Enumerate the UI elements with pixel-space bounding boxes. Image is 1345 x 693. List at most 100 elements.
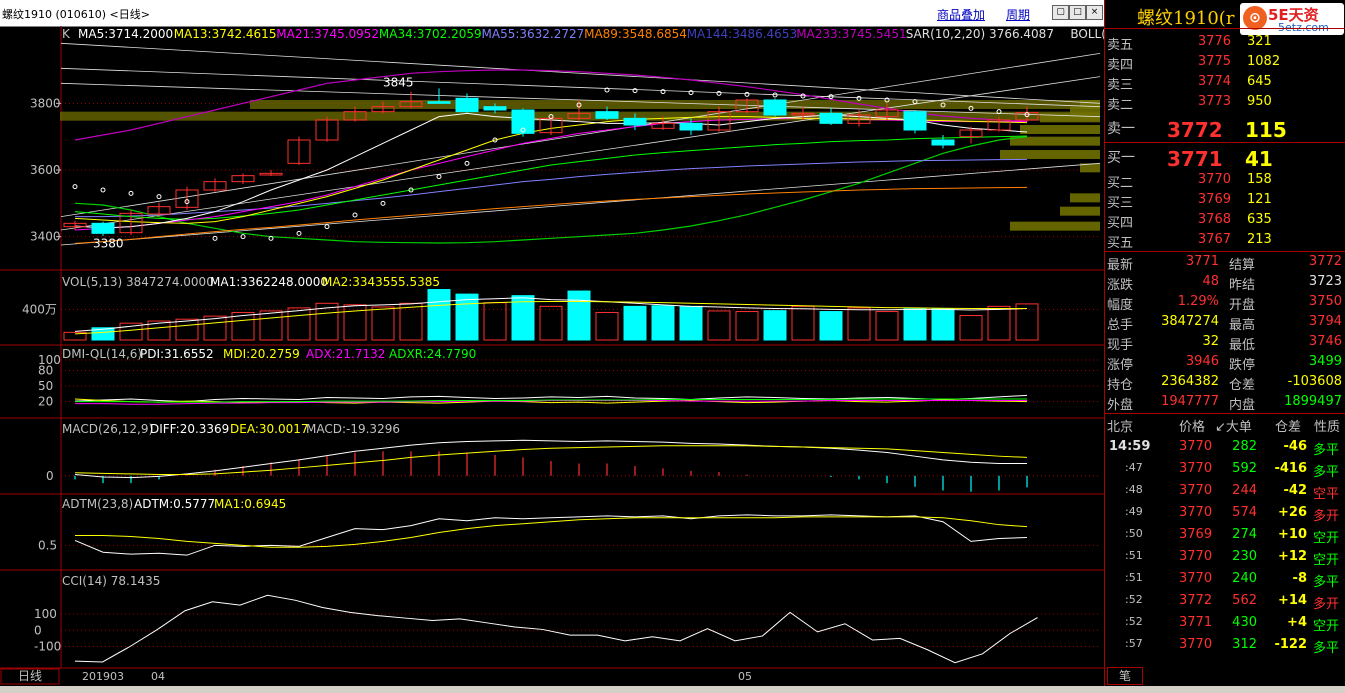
ask-price: 3773 bbox=[1197, 94, 1231, 109]
tick-diff: -122 bbox=[1274, 637, 1307, 652]
tick-diff: +12 bbox=[1278, 549, 1307, 564]
tick-volume: 430 bbox=[1232, 615, 1257, 630]
cci-y-tick: -100 bbox=[34, 640, 61, 654]
high-annotation: 3845 bbox=[383, 75, 414, 89]
vol-y-tick: 400万 bbox=[22, 302, 57, 316]
stat-label: 涨跌 bbox=[1107, 278, 1134, 293]
volume-bar bbox=[595, 311, 619, 341]
volume-bar bbox=[539, 305, 563, 341]
tick-row: :47 3770 592 -416 多平 bbox=[1105, 458, 1345, 480]
tab-tick[interactable]: 笔 bbox=[1107, 667, 1143, 685]
stat-value: 3847274 bbox=[1161, 314, 1219, 329]
stat-label: 持仓 bbox=[1107, 378, 1134, 393]
logo-icon: ⊙ bbox=[1243, 6, 1267, 30]
volume-profile-bar bbox=[1010, 221, 1100, 231]
tick-price: 3770 bbox=[1179, 549, 1213, 564]
stat-row: 持仓 2364382 仓差 -103608 bbox=[1105, 372, 1345, 393]
ask-volume: 115 bbox=[1245, 118, 1287, 142]
ask-label: 卖三 bbox=[1107, 78, 1134, 93]
tick-row: :57 3770 312 -122 多平 bbox=[1105, 634, 1345, 656]
tick-type: 空开 bbox=[1313, 619, 1340, 634]
bid-price: 3771 bbox=[1167, 147, 1223, 171]
sar-dot bbox=[212, 235, 218, 241]
stat-label: 开盘 bbox=[1229, 298, 1256, 313]
stat-value: 48 bbox=[1202, 274, 1219, 289]
ma-legend-item: SAR(10,2,20) 3766.4087 bbox=[906, 27, 1054, 41]
tick-diff: -416 bbox=[1274, 461, 1307, 476]
vol-title: VOL(5,13) 3847274.0000 bbox=[62, 275, 214, 289]
bid-volume: 41 bbox=[1245, 147, 1273, 171]
chart-canvas[interactable]: 3800 3600 3400 3845 3380 K MA5:3714.2000 MA13:3… bbox=[0, 0, 1104, 693]
candle-body bbox=[91, 222, 115, 234]
tick-diff: +14 bbox=[1278, 593, 1307, 608]
tick-volume: 244 bbox=[1232, 483, 1257, 498]
sar-dot bbox=[436, 174, 442, 180]
bid-price: 3768 bbox=[1197, 212, 1231, 227]
bid-price: 3767 bbox=[1197, 232, 1231, 247]
sar-dot bbox=[744, 91, 750, 97]
ma-legend-item: MA21:3745.0952 bbox=[276, 27, 379, 41]
tick-header-diff: 仓差 bbox=[1275, 420, 1302, 435]
trend-line bbox=[60, 42, 1101, 104]
tick-volume: 592 bbox=[1232, 461, 1257, 476]
tick-volume: 240 bbox=[1232, 571, 1257, 586]
tick-time: :49 bbox=[1125, 505, 1143, 518]
low-annotation: 3380 bbox=[93, 236, 124, 250]
tick-type: 多平 bbox=[1313, 465, 1340, 480]
cci-y-tick: 100 bbox=[34, 607, 57, 621]
candle-body bbox=[931, 139, 955, 146]
sar-dot bbox=[716, 90, 722, 96]
volume-bar bbox=[931, 308, 955, 341]
macd-dea-label: DEA:30.0017 bbox=[230, 422, 309, 436]
ask-volume: 950 bbox=[1247, 94, 1272, 109]
tick-type: 多平 bbox=[1313, 641, 1340, 656]
volume-bar bbox=[427, 289, 451, 341]
tick-row: :49 3770 574 +26 多开 bbox=[1105, 502, 1345, 524]
tick-diff: +26 bbox=[1278, 505, 1307, 520]
ask-row: 卖一 3772 115 bbox=[1105, 116, 1345, 142]
tick-time: :48 bbox=[1125, 483, 1143, 496]
ma-legend-item: MA89:3548.6854 bbox=[584, 27, 687, 41]
stat-label: 仓差 bbox=[1229, 378, 1256, 393]
ma-legend-item: MA144:3486.4653 bbox=[687, 27, 797, 41]
dmi-legend-item: PDI:31.6552 bbox=[140, 347, 214, 361]
tick-type: 多平 bbox=[1313, 575, 1340, 590]
stat-label: 涨停 bbox=[1107, 358, 1134, 373]
tick-volume: 562 bbox=[1232, 593, 1257, 608]
tick-volume: 574 bbox=[1232, 505, 1257, 520]
tick-type: 多平 bbox=[1313, 443, 1340, 458]
tick-row: :48 3770 244 -42 空平 bbox=[1105, 480, 1345, 502]
candle-body bbox=[455, 97, 479, 113]
volume-bar bbox=[959, 315, 983, 341]
volume-bar bbox=[175, 318, 199, 341]
tick-type: 空开 bbox=[1313, 531, 1340, 546]
volume-bar bbox=[847, 307, 871, 341]
stat-row: 总手 3847274 最高 3794 bbox=[1105, 312, 1345, 333]
volume-bar bbox=[651, 305, 675, 341]
volume-bar bbox=[987, 305, 1011, 341]
vol-ma1-line bbox=[74, 297, 1028, 332]
bid-label: 买一 bbox=[1107, 150, 1135, 166]
ma-legend-item: MA55:3632.2727 bbox=[482, 27, 585, 41]
ask-price: 3775 bbox=[1197, 54, 1231, 69]
sar-dot bbox=[156, 194, 162, 200]
volume-bar bbox=[259, 310, 283, 341]
tick-header-price: 价格 bbox=[1179, 420, 1206, 435]
adtm-y-tick: 0.5 bbox=[38, 538, 57, 552]
volume-bar bbox=[567, 290, 591, 341]
volume-bar bbox=[1015, 303, 1039, 341]
stat-value: 32 bbox=[1202, 334, 1219, 349]
candle-body bbox=[595, 111, 619, 119]
stat-value: 3946 bbox=[1185, 354, 1219, 369]
sar-dot bbox=[72, 184, 78, 190]
candle-body bbox=[483, 106, 507, 111]
sar-dot bbox=[380, 200, 386, 206]
bid-volume: 121 bbox=[1247, 192, 1272, 207]
volume-bar bbox=[287, 307, 311, 341]
stat-label: 总手 bbox=[1107, 318, 1134, 333]
adtm-line bbox=[74, 514, 1028, 556]
tick-volume: 312 bbox=[1232, 637, 1257, 652]
stat-value: 1.29% bbox=[1177, 294, 1219, 309]
stat-label: 内盘 bbox=[1229, 398, 1256, 413]
bid-row: 买四 3768 635 bbox=[1105, 210, 1345, 231]
